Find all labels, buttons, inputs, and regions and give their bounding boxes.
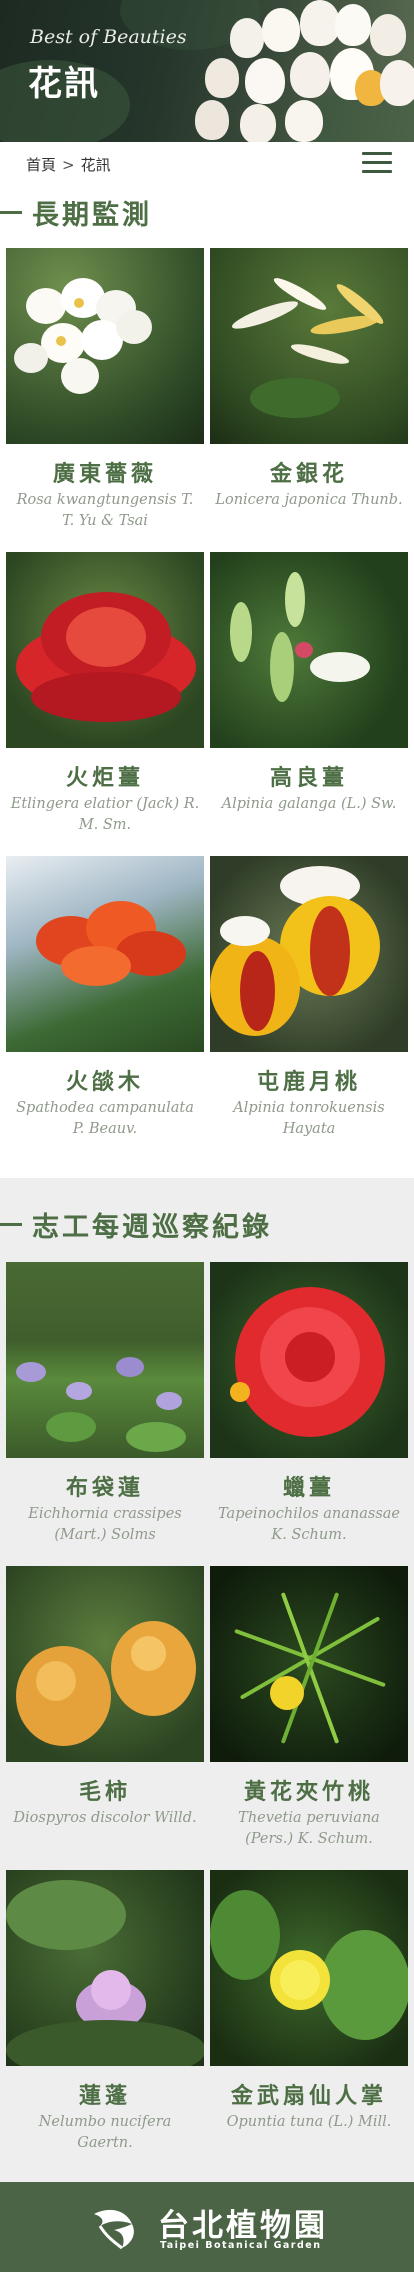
section-title: 長期監測 (32, 199, 152, 231)
footer: 台北植物園 Taipei Botanical Garden (0, 2182, 414, 2272)
flower-scientific-name: Opuntia tuna (L.) Mill. (226, 2114, 392, 2130)
flower-name: 高良薑 (269, 766, 348, 791)
flower-card[interactable]: 蠟薑 Tapeinochilos ananassae K. Schum. (210, 1262, 408, 1546)
flower-photo-rosa (6, 248, 204, 444)
flower-photo-diospyros (6, 1566, 204, 1762)
page-title: 花訊 (28, 64, 100, 104)
flower-scientific-name: Rosa kwangtungensis T. T. Yu & Tsai (16, 492, 194, 529)
flower-name: 屯鹿月桃 (256, 1070, 361, 1095)
flower-card[interactable]: 屯鹿月桃 Alpinia tonrokuensis Hayata (210, 856, 408, 1140)
flower-scientific-name: Lonicera japonica Thunb. (215, 492, 403, 508)
flower-card[interactable]: 蓮蓬 Nelumbo nucifera Gaertn. (6, 1870, 204, 2154)
flower-scientific-name: Etlingera elatior (Jack) R. M. Sm. (10, 796, 200, 833)
flower-name: 蓮蓬 (78, 2084, 131, 2109)
flower-scientific-name: Thevetia peruviana (Pers.) K. Schum. (238, 1810, 380, 1847)
flower-scientific-name: Eichhornia crassipes (Mart.) Solms (28, 1506, 182, 1543)
flower-card[interactable]: 毛柿 Diospyros discolor Willd. (6, 1566, 204, 1829)
flower-scientific-name: Diospyros discolor Willd. (13, 1810, 197, 1826)
flower-scientific-name: Spathodea campanulata P. Beauv. (16, 1100, 194, 1137)
flower-photo-lonicera (210, 248, 408, 444)
flower-scientific-name: Alpinia tonrokuensis Hayata (233, 1100, 385, 1137)
hero-banner: Best of Beauties 花訊 (0, 0, 414, 142)
footer-logo-chinese[interactable]: 台北植物園 (158, 2200, 328, 2245)
flower-card[interactable]: 金武扇仙人掌 Opuntia tuna (L.) Mill. (210, 1870, 408, 2133)
flower-photo-etlingera (6, 552, 204, 748)
breadcrumb-home-link[interactable]: 首頁 (26, 156, 56, 174)
flower-photo-alpinia-tonrokuensis (210, 856, 408, 1052)
flower-name: 廣東薔薇 (52, 462, 157, 487)
section-heading-volunteer: 志工每週巡察紀錄 (0, 1206, 272, 1243)
footer-logo-english: Taipei Botanical Garden (160, 2240, 322, 2251)
section-title: 志工每週巡察紀錄 (32, 1211, 272, 1243)
flower-card[interactable]: 高良薑 Alpinia galanga (L.) Sw. (210, 552, 408, 815)
flower-photo-opuntia (210, 1870, 408, 2066)
flower-photo-eichhornia (6, 1262, 204, 1458)
flower-card[interactable]: 火炬薑 Etlingera elatior (Jack) R. M. Sm. (6, 552, 204, 836)
flower-card[interactable]: 金銀花 Lonicera japonica Thunb. (210, 248, 408, 511)
hero-subtitle: Best of Beauties (30, 26, 187, 48)
flower-scientific-name: Nelumbo nucifera Gaertn. (38, 2114, 172, 2151)
flower-name: 黃花夾竹桃 (243, 1780, 374, 1805)
flower-photo-alpinia-galanga (210, 552, 408, 748)
flower-name: 蠟薑 (282, 1476, 335, 1501)
flower-photo-spathodea (6, 856, 204, 1052)
flower-name: 金銀花 (269, 462, 348, 487)
breadcrumb: 首頁 > 花訊 (26, 154, 111, 175)
section-heading-monitoring: 長期監測 (0, 194, 152, 231)
flower-card[interactable]: 布袋蓮 Eichhornia crassipes (Mart.) Solms (6, 1262, 204, 1546)
flower-card[interactable]: 廣東薔薇 Rosa kwangtungensis T. T. Yu & Tsai (6, 248, 204, 532)
breadcrumb-separator: > (62, 156, 75, 174)
garden-logo-icon (94, 2209, 134, 2250)
flower-photo-thevetia (210, 1566, 408, 1762)
flower-name: 金武扇仙人掌 (230, 2084, 387, 2109)
flower-scientific-name: Tapeinochilos ananassae K. Schum. (218, 1506, 400, 1543)
flower-name: 火炬薑 (65, 766, 144, 791)
flower-name: 毛柿 (78, 1780, 131, 1805)
breadcrumb-current: 花訊 (80, 156, 111, 174)
flower-photo-nelumbo (6, 1870, 204, 2066)
flower-name: 布袋蓮 (65, 1476, 144, 1501)
flower-scientific-name: Alpinia galanga (L.) Sw. (221, 796, 397, 812)
flower-photo-tapeinochilos (210, 1262, 408, 1458)
flower-card[interactable]: 火燄木 Spathodea campanulata P. Beauv. (6, 856, 204, 1140)
hamburger-menu-icon[interactable] (362, 152, 392, 178)
flower-card[interactable]: 黃花夾竹桃 Thevetia peruviana (Pers.) K. Schu… (210, 1566, 408, 1850)
flower-name: 火燄木 (65, 1070, 144, 1095)
